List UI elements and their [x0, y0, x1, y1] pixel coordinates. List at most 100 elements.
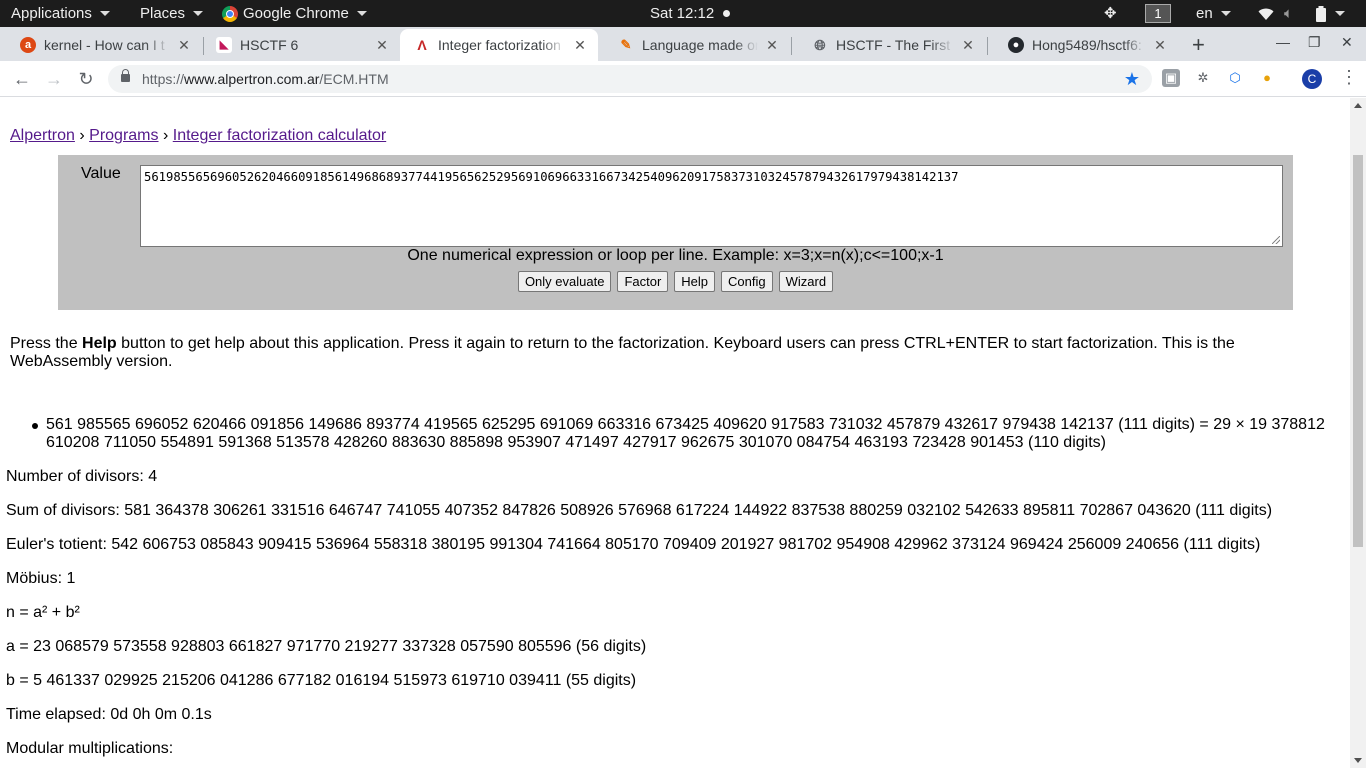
- browser-toolbar: ← → ↻ https://www.alpertron.com.ar/ECM.H…: [0, 61, 1366, 97]
- language-indicator[interactable]: en: [1196, 0, 1231, 27]
- scroll-up-icon[interactable]: [1354, 103, 1362, 108]
- back-button[interactable]: ←: [10, 67, 34, 91]
- askubuntu-icon: a: [20, 37, 36, 53]
- extension-gear-icon[interactable]: ✲: [1194, 69, 1212, 87]
- calculator-panel: Value 5619855656960526204660918561496868…: [58, 155, 1293, 310]
- number-of-divisors: Number of divisors: 4: [6, 468, 158, 485]
- square-a: a = 23 068579 573558 928803 661827 97177…: [6, 638, 647, 655]
- chevron-down-icon: [1220, 11, 1231, 16]
- chrome-icon: [222, 5, 238, 22]
- bookmark-star-icon[interactable]: ★: [1124, 65, 1140, 93]
- close-icon[interactable]: ✕: [960, 37, 976, 54]
- chevron-down-icon: [99, 11, 110, 16]
- help-text-before: Press the: [10, 335, 83, 352]
- value-text: 5619855656960526204660918561496868937744…: [144, 170, 959, 184]
- breadcrumb-current-link[interactable]: Integer factorization calculator: [173, 127, 386, 144]
- github-icon: ●: [1008, 37, 1024, 53]
- breadcrumb-home-link[interactable]: Alpertron: [10, 127, 75, 144]
- tab-title: Language made onl: [642, 37, 758, 53]
- cookie-icon[interactable]: ●: [1258, 69, 1276, 87]
- breadcrumb-programs-link[interactable]: Programs: [89, 127, 158, 144]
- tab-github[interactable]: ● Hong5489/hsctf6: I ✕: [988, 29, 1178, 61]
- calculator-buttons: Only evaluate Factor Help Config Wizard: [58, 271, 1293, 292]
- tab-askubuntu[interactable]: a kernel - How can I t ✕: [0, 29, 202, 61]
- hsctf-icon: ◣: [216, 37, 232, 53]
- notification-dot-icon: [723, 10, 731, 17]
- factor-button[interactable]: Factor: [617, 271, 669, 292]
- profile-avatar[interactable]: C: [1302, 69, 1322, 89]
- workspace-number: 1: [1145, 4, 1171, 23]
- help-text-bold: Help: [82, 335, 117, 352]
- address-bar[interactable]: https://www.alpertron.com.ar/ECM.HTM ★: [108, 65, 1152, 93]
- only-evaluate-button[interactable]: Only evaluate: [517, 271, 612, 292]
- tab-hsctf-first[interactable]: 🌐︎ HSCTF - The First C ✕: [792, 29, 986, 61]
- tab-integer-factorization[interactable]: Ʌ Integer factorization ✕: [400, 29, 598, 61]
- tab-hsctf6[interactable]: ◣ HSCTF 6 ✕: [196, 29, 400, 61]
- help-button[interactable]: Help: [674, 271, 716, 292]
- mobius: Möbius: 1: [6, 570, 76, 587]
- language-icon: ✎: [620, 37, 632, 52]
- new-tab-button[interactable]: +: [1192, 32, 1205, 58]
- close-icon[interactable]: ✕: [764, 37, 780, 54]
- page-scrollbar[interactable]: [1350, 98, 1366, 768]
- battery-icon: [1316, 5, 1326, 22]
- url-host: www.alpertron.com.ar: [184, 71, 320, 87]
- value-textarea[interactable]: 5619855656960526204660918561496868937744…: [140, 165, 1283, 247]
- scrollbar-thumb[interactable]: [1353, 155, 1363, 547]
- browser-tab-strip: a kernel - How can I t ✕ ◣ HSCTF 6 ✕ Ʌ I…: [0, 27, 1366, 61]
- config-button[interactable]: Config: [721, 271, 773, 292]
- tab-language[interactable]: ✎ Language made onl ✕: [598, 29, 790, 61]
- tab-title: HSCTF 6: [240, 37, 299, 53]
- close-icon[interactable]: ✕: [374, 37, 390, 54]
- wifi-icon[interactable]: [1258, 0, 1274, 27]
- close-icon[interactable]: ✕: [1152, 37, 1168, 54]
- bullet-icon: [32, 423, 38, 429]
- close-icon[interactable]: ✕: [176, 37, 192, 54]
- close-window-button[interactable]: ✕: [1341, 34, 1353, 51]
- globe-icon: 🌐︎: [814, 37, 826, 53]
- app-menu-label: Google Chrome: [243, 5, 349, 22]
- applications-menu[interactable]: Applications: [11, 0, 110, 27]
- workspace-indicator[interactable]: 1: [1145, 0, 1171, 27]
- breadcrumb-separator: ›: [79, 127, 85, 144]
- page-content: Alpertron › Programs › Integer factoriza…: [0, 98, 1350, 768]
- chevron-down-icon: [193, 11, 204, 16]
- scroll-down-icon[interactable]: [1354, 758, 1362, 763]
- euler-totient: Euler's totient: 542 606753 085843 90941…: [6, 536, 1261, 553]
- chevron-down-icon: [1335, 11, 1345, 16]
- sum-of-divisors: Sum of divisors: 581 364378 306261 33151…: [6, 502, 1273, 519]
- system-menu[interactable]: [1315, 0, 1345, 27]
- chevron-down-icon: [356, 11, 367, 16]
- minimize-button[interactable]: —: [1276, 34, 1290, 50]
- sum-of-squares: n = a² + b²: [6, 604, 80, 621]
- resize-grip-icon[interactable]: [1272, 236, 1280, 244]
- alpertron-icon: Ʌ: [417, 37, 427, 53]
- system-top-bar: Applications Places Google Chrome Sat 12…: [0, 0, 1366, 27]
- places-menu[interactable]: Places: [140, 0, 204, 27]
- clock[interactable]: Sat 12:12: [650, 0, 731, 27]
- extension-shield-icon[interactable]: ⬡: [1226, 69, 1244, 87]
- value-label: Value: [81, 165, 121, 182]
- help-text-after: button to get help about this applicatio…: [10, 335, 1235, 370]
- language-label: en: [1196, 5, 1213, 22]
- breadcrumb-separator: ›: [162, 127, 169, 144]
- app-menu[interactable]: Google Chrome: [222, 0, 367, 27]
- wizard-button[interactable]: Wizard: [778, 271, 834, 292]
- close-icon[interactable]: ✕: [572, 37, 588, 54]
- help-paragraph: Press the Help button to get help about …: [10, 335, 1310, 371]
- extension-icon[interactable]: ▣: [1162, 69, 1180, 87]
- restore-button[interactable]: ❐: [1308, 34, 1321, 51]
- volume-icon[interactable]: 🔈︎: [1284, 0, 1293, 27]
- breadcrumb: Alpertron › Programs › Integer factoriza…: [10, 127, 386, 145]
- forward-button[interactable]: →: [42, 67, 66, 91]
- factorization-text: 561 985565 696052 620466 091856 149686 8…: [46, 416, 1325, 451]
- clock-label: Sat 12:12: [650, 5, 715, 22]
- tab-title: Hong5489/hsctf6: I: [1032, 37, 1146, 53]
- apps-indicator-icon[interactable]: ✥: [1104, 0, 1117, 27]
- factorization-result: 561 985565 696052 620466 091856 149686 8…: [32, 416, 1346, 452]
- places-menu-label: Places: [140, 5, 186, 22]
- lock-icon[interactable]: [121, 69, 130, 82]
- more-menu-icon[interactable]: ⋮: [1340, 67, 1358, 88]
- reload-button[interactable]: ↻: [74, 67, 98, 91]
- input-hint: One numerical expression or loop per lin…: [407, 247, 944, 264]
